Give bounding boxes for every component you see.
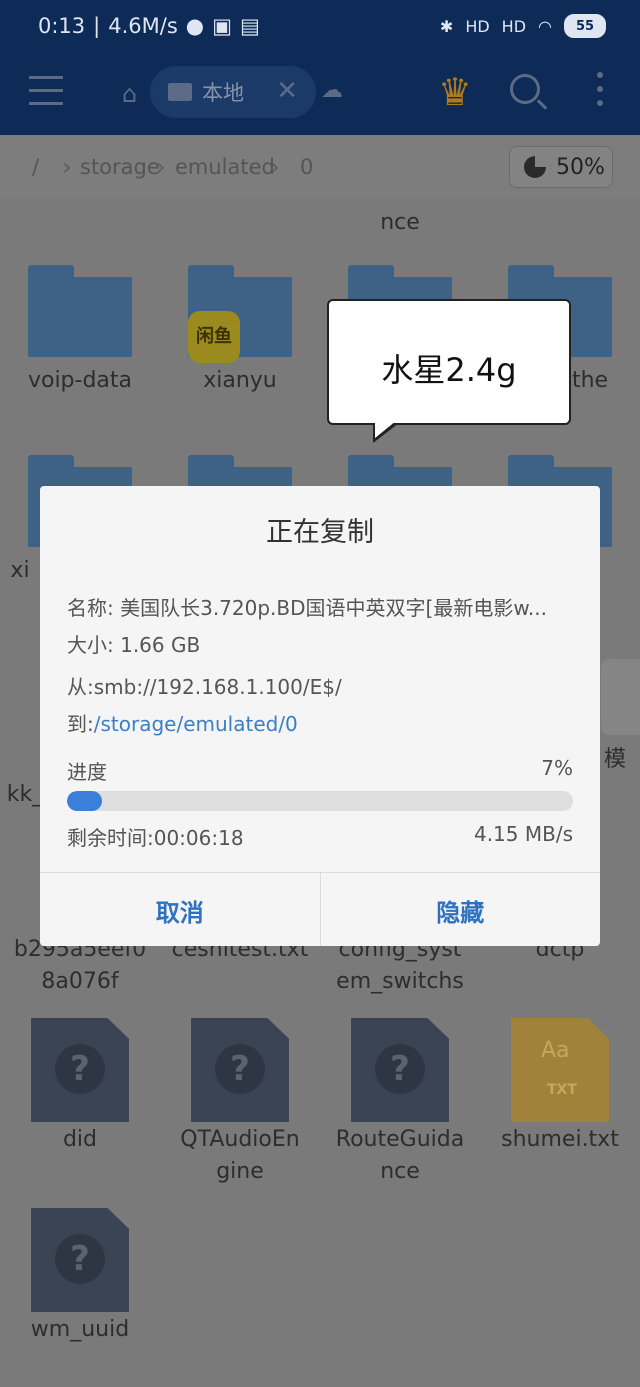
unknown-file-icon[interactable]: ? <box>191 1018 289 1122</box>
annotation-bubble: 水星2.4g <box>327 299 571 443</box>
bubble-tail <box>373 421 399 443</box>
tab-local[interactable]: 本地 ✕ <box>150 66 316 118</box>
bluetooth-icon: ✱ <box>439 16 454 36</box>
status-right: ✱ HD HD ◠ 55 <box>440 14 606 38</box>
txt-file-icon[interactable]: Aa TXT <box>511 1018 609 1122</box>
signal-1-icon: HD <box>465 16 490 36</box>
signal-2-icon: HD <box>501 16 527 36</box>
progress-bar-fill <box>67 791 103 811</box>
unknown-file-icon[interactable]: ? <box>31 1018 129 1122</box>
status-time: 0:13 <box>38 14 86 38</box>
destination-line: 到:/storage/emulated/0 <box>67 708 573 737</box>
hide-button[interactable]: 隐藏 <box>319 873 601 946</box>
battery-icon: 55 <box>564 14 606 38</box>
unknown-file-icon[interactable]: ? <box>351 1018 449 1122</box>
file-size-line: 大小: 1.66 GB <box>67 633 201 657</box>
network-speed: 4.6M/s <box>108 14 178 38</box>
transfer-speed: 4.15 MB/s <box>473 822 573 846</box>
cloud-icon[interactable]: ☁ <box>321 78 343 103</box>
status-divider: | <box>93 14 101 38</box>
chevron-right-icon: › <box>270 153 280 181</box>
folder-tab-icon <box>168 83 192 101</box>
breadcrumb-0[interactable]: 0 <box>300 155 313 179</box>
pie-chart-icon <box>524 156 546 178</box>
side-drawer-handle[interactable] <box>601 659 640 735</box>
copy-progress-dialog: 正在复制 名称: 美国队长3.720p.BD国语中英双字[最新电影w... 大小… <box>40 486 600 946</box>
app-bar: ⌂ 本地 ✕ ☁ ♛ <box>0 56 640 135</box>
annotation-text: 水星2.4g <box>381 351 517 389</box>
destination-path[interactable]: /storage/emulated/0 <box>94 712 298 736</box>
file-label[interactable]: did <box>0 1124 160 1156</box>
storage-usage-value: 50% <box>556 154 605 180</box>
file-name-partial: nce <box>380 210 420 235</box>
dialog-buttons: 取消 隐藏 <box>40 872 600 946</box>
file-label[interactable]: QTAudioEn gine <box>160 1124 320 1188</box>
clipboard-icon: ▤ <box>239 14 260 38</box>
folder-label[interactable]: xianyu <box>160 365 320 397</box>
txt-icon-glyph: Aa <box>541 1038 570 1063</box>
breadcrumb-storage[interactable]: storage <box>80 155 160 179</box>
dialog-title: 正在复制 <box>266 517 374 548</box>
search-icon[interactable] <box>510 74 540 104</box>
txt-icon-label: TXT <box>547 1082 577 1098</box>
unknown-file-icon[interactable]: ? <box>31 1208 129 1312</box>
status-left: 0:13 | 4.6M/s ● ▣ ▤ <box>38 14 260 38</box>
app-notification-icon: ▣ <box>212 14 232 38</box>
progress-label: 进度 <box>67 760 107 784</box>
breadcrumb: / › storage › emulated › 0 50% <box>0 135 640 199</box>
folder-label[interactable]: xi <box>0 555 40 587</box>
file-label[interactable]: wm_uuid <box>0 1314 160 1346</box>
wifi-icon: ◠ <box>538 16 552 36</box>
chevron-right-icon: › <box>62 153 72 181</box>
progress-percent: 7% <box>541 756 573 780</box>
file-name-line: 名称: 美国队长3.720p.BD国语中英双字[最新电影w... <box>67 596 547 620</box>
more-icon[interactable] <box>597 72 603 114</box>
breadcrumb-root[interactable]: / <box>32 155 39 179</box>
menu-icon[interactable] <box>29 76 63 106</box>
status-bar: 0:13 | 4.6M/s ● ▣ ▤ ✱ HD HD ◠ 55 <box>0 0 640 56</box>
file-label[interactable]: RouteGuida nce <box>320 1124 480 1188</box>
xianyu-app-icon: 闲鱼 <box>188 311 240 363</box>
file-label[interactable]: shumei.txt <box>480 1124 640 1156</box>
destination-prefix: 到: <box>67 712 94 736</box>
home-icon[interactable]: ⌂ <box>122 80 137 108</box>
cancel-button[interactable]: 取消 <box>40 873 320 946</box>
storage-usage-button[interactable]: 50% <box>509 146 613 188</box>
close-icon[interactable]: ✕ <box>276 76 298 106</box>
source-path-line: 从:smb://192.168.1.100/E$/ <box>67 675 342 699</box>
chevron-right-icon: › <box>156 153 166 181</box>
globe-icon: ● <box>185 14 205 38</box>
crown-icon[interactable]: ♛ <box>438 70 472 114</box>
tab-label: 本地 <box>202 81 244 105</box>
folder-icon[interactable] <box>28 265 132 357</box>
folder-label[interactable]: voip-data <box>0 365 160 397</box>
remaining-time: 剩余时间:00:06:18 <box>67 826 244 850</box>
progress-bar <box>67 791 573 811</box>
breadcrumb-emulated[interactable]: emulated <box>175 155 275 179</box>
